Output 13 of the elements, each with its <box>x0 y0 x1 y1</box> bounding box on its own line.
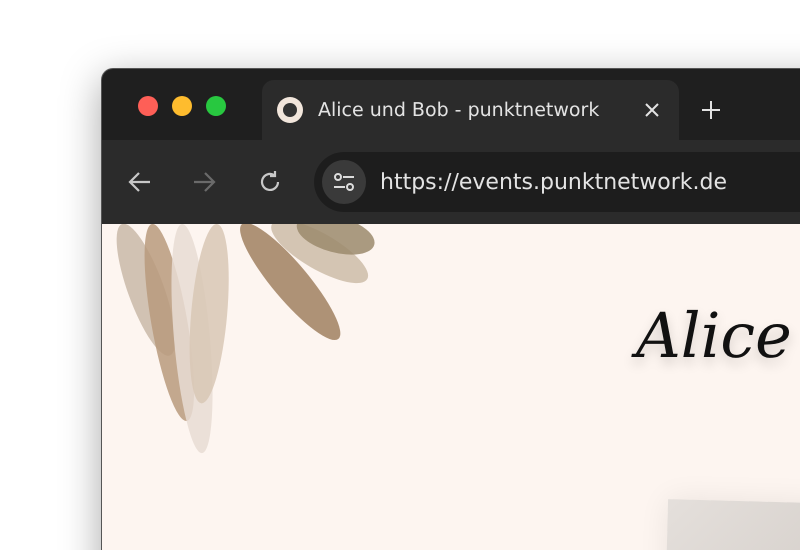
minimize-button[interactable] <box>172 96 192 116</box>
site-settings-button[interactable] <box>322 160 366 204</box>
tab-title: Alice und Bob - punktnetwork <box>318 99 600 121</box>
zoom-button[interactable] <box>206 96 226 116</box>
new-tab-icon[interactable] <box>701 100 721 120</box>
browser-tab[interactable]: Alice und Bob - punktnetwork <box>262 80 679 140</box>
sliders-icon <box>333 172 355 192</box>
close-icon[interactable] <box>645 103 659 117</box>
reload-icon[interactable] <box>258 170 282 194</box>
page-heading: Alice <box>630 290 800 382</box>
site-icon <box>276 96 304 124</box>
close-button[interactable] <box>138 96 158 116</box>
back-icon[interactable] <box>128 171 152 193</box>
